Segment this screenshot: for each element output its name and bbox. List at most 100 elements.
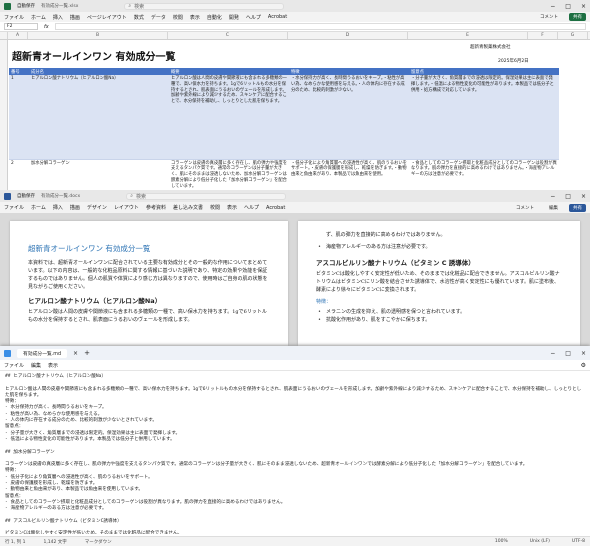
cell-feature[interactable]: ・低分子化により角質層への浸透性が高く、肌のうるおいをサポート。・皮膚の保護膜を… <box>289 159 409 190</box>
minimize-icon[interactable]: − <box>550 193 555 200</box>
word-menu-item[interactable]: デザイン <box>87 204 107 211</box>
minimize-icon[interactable]: − <box>550 350 555 357</box>
document-page-left[interactable]: 超新青オールインワン 有効成分一覧 本資料では、超新青オールインワンに配合されて… <box>10 221 288 348</box>
fx-icon: fx <box>44 23 49 30</box>
word-menu-item[interactable]: Acrobat <box>266 205 285 211</box>
menu-view[interactable]: 表示 <box>48 362 58 369</box>
word-menu-item[interactable]: 参考資料 <box>146 204 166 211</box>
excel-search-input[interactable]: ⌕ 検索 <box>124 2 285 10</box>
table-row[interactable]: 1 ヒアルロン酸ナトリウム（ヒアルロン酸Na） ヒアルロン酸は人間の皮膚や関節液… <box>9 75 559 160</box>
line-ending[interactable]: Unix (LF) <box>530 539 550 544</box>
notepad-text-area[interactable]: ## ヒアルロン酸ナトリウム（ヒアルロン酸Na） ヒアルロン酸は人間の皮膚や関節… <box>0 371 590 534</box>
word-window: 自動保存 有効成分一覧.docx ⌕ 検索 − □ × ファイル ホーム 挿入 描画デ… <box>0 190 590 348</box>
minimize-icon[interactable]: − <box>550 3 555 10</box>
col-header-a[interactable]: A <box>8 32 28 39</box>
word-menu-item[interactable]: 描画 <box>70 204 80 211</box>
share-button[interactable]: 共有 <box>569 203 586 212</box>
close-icon[interactable]: × <box>581 3 586 10</box>
word-menu-item[interactable]: レイアウト <box>114 204 139 211</box>
col-header-f[interactable]: F <box>528 32 558 39</box>
excel-menu-item[interactable]: ヘルプ <box>246 14 261 21</box>
excel-menu-item[interactable]: ホーム <box>31 14 46 21</box>
notepad-tab-title[interactable]: 有効成分一覧.md <box>17 348 68 358</box>
cell-num[interactable]: 2 <box>9 159 29 190</box>
maximize-icon[interactable]: □ <box>565 193 571 200</box>
excel-menu-item[interactable]: ページレイアウト <box>87 14 127 21</box>
cell-summary[interactable]: ヒアルロン酸は人間の皮膚や関節液にも含まれる多糖類の一種で、高い保水力を持ちます… <box>169 75 289 160</box>
notepad-titlebar: 有効成分一覧.md × + − □ × <box>0 346 590 360</box>
excel-menu-item[interactable]: 表示 <box>190 14 200 21</box>
cell-note[interactable]: ・分子量が大きく、角質層までの浸透は限定的。保湿効果は主に表面で発揮します。・低… <box>409 75 559 160</box>
excel-menu-item[interactable]: データ <box>151 14 166 21</box>
word-menu-item[interactable]: 校閲 <box>210 204 220 211</box>
word-menu-item[interactable]: ファイル <box>4 204 24 211</box>
cell-summary[interactable]: コラーゲンは皮膚の真皮層に多く存在し、肌の弾力や強度を支えるタンパク質です。通常… <box>169 159 289 190</box>
excel-menu-item[interactable]: 数式 <box>134 14 144 21</box>
worksheet-grid[interactable]: 超新青オールインワン 有効成分一覧 超新青製薬株式会社 2025年6月2日 番号… <box>0 40 590 190</box>
col-header-c[interactable]: C <box>168 32 288 39</box>
word-menu-item[interactable]: 表示 <box>227 204 237 211</box>
table-header[interactable]: 特徴 <box>289 68 409 75</box>
word-menu-item[interactable]: ホーム <box>31 204 46 211</box>
excel-ribbon-tabs: ファイル ホーム 挿入 描画 ページレイアウト 数式 データ 校閲 表示 自動化 開発 ヘルプ Acro… <box>0 12 590 22</box>
excel-window: 自動保存 有効成分一覧.xlsx ⌕ 検索 − □ × ファイル ホーム 挿入 描画ペ… <box>0 0 590 190</box>
table-row[interactable]: 2 加水分解コラーゲン コラーゲンは皮膚の真皮層に多く存在し、肌の弾力や強度を支… <box>9 159 559 190</box>
comment-button[interactable]: コメント <box>536 13 562 21</box>
autosave-label[interactable]: 自動保存 <box>17 193 35 199</box>
formula-input[interactable] <box>54 23 586 30</box>
document-canvas[interactable]: 超新青オールインワン 有効成分一覧 本資料では、超新青オールインワンに配合されて… <box>0 213 590 348</box>
maximize-icon[interactable]: □ <box>565 3 571 10</box>
excel-menu-item[interactable]: 校閲 <box>173 14 183 21</box>
comment-button[interactable]: コメント <box>512 204 538 212</box>
word-search-input[interactable]: ⌕ 検索 <box>126 192 287 200</box>
menu-edit[interactable]: 編集 <box>31 362 41 369</box>
excel-menu-item[interactable]: 開発 <box>229 14 239 21</box>
cell-num[interactable]: 1 <box>9 75 29 160</box>
word-menu-item[interactable]: 差し込み文書 <box>173 204 203 211</box>
settings-icon[interactable]: ⚙ <box>581 362 586 369</box>
edit-mode-button[interactable]: 編集 <box>545 204 562 212</box>
autosave-label[interactable]: 自動保存 <box>17 3 35 9</box>
cell-name[interactable]: 加水分解コラーゲン <box>29 159 169 190</box>
col-header-e[interactable]: E <box>408 32 528 39</box>
zoom-level[interactable]: 100% <box>495 539 508 544</box>
maximize-icon[interactable]: □ <box>565 350 571 357</box>
excel-menu-item[interactable]: Acrobat <box>268 14 287 20</box>
language-mode[interactable]: マークダウン <box>85 539 112 545</box>
list-item: 抗酸化作用があり、肌をすこやかに保ちます。 <box>316 316 562 324</box>
cell-feature[interactable]: ・水分保持力が高く、長時間うるおいをキープ。・粘性が高い為、なめらかな使用感を与… <box>289 75 409 160</box>
cell-note[interactable]: ・食品としてのコラーゲン摂取と化粧品成分としてのコラーゲンは役割が異なります。肌… <box>409 159 559 190</box>
encoding[interactable]: UTF-8 <box>572 539 585 544</box>
name-box[interactable]: F2 <box>4 23 38 30</box>
new-tab-icon[interactable]: + <box>84 349 90 357</box>
formula-bar: F2 fx <box>0 22 590 32</box>
close-icon[interactable]: × <box>581 193 586 200</box>
notepad-window: 有効成分一覧.md × + − □ × ファイル 編集 表示 ⚙ ## ヒアルロ… <box>0 346 590 546</box>
ingredients-table: 番号 成分名 概要 特徴 留意点 1 ヒアルロン酸ナトリウム（ヒアルロン酸Na）… <box>9 68 559 190</box>
word-menu-item[interactable]: ヘルプ <box>244 204 259 211</box>
document-page-right[interactable]: ず、肌の弾力を直接的に高めるわけではありません。 海産物アレルギーのある方は注意… <box>298 221 580 348</box>
close-tab-icon[interactable]: × <box>73 350 78 357</box>
table-header[interactable]: 番号 <box>9 68 29 75</box>
close-icon[interactable]: × <box>581 350 586 357</box>
select-all-corner[interactable] <box>0 32 8 39</box>
col-header-g[interactable]: G <box>558 32 588 39</box>
excel-menu-item[interactable]: 描画 <box>70 14 80 21</box>
column-headers: A B C D E F G <box>0 32 590 40</box>
word-menu-item[interactable]: 挿入 <box>53 204 63 211</box>
excel-menu-item[interactable]: 挿入 <box>53 14 63 21</box>
table-header[interactable]: 概要 <box>169 68 289 75</box>
excel-menu-item[interactable]: ファイル <box>4 14 24 21</box>
col-header-b[interactable]: B <box>28 32 168 39</box>
col-header-d[interactable]: D <box>288 32 408 39</box>
share-button[interactable]: 共有 <box>569 13 586 21</box>
excel-menu-item[interactable]: 自動化 <box>207 14 222 21</box>
table-header[interactable]: 成分名 <box>29 68 169 75</box>
row-headers <box>0 40 8 190</box>
word-logo-icon <box>4 192 11 200</box>
cell-name[interactable]: ヒアルロン酸ナトリウム（ヒアルロン酸Na） <box>29 75 169 160</box>
word-doc-title: 有効成分一覧.docx <box>41 194 81 199</box>
menu-file[interactable]: ファイル <box>4 362 24 369</box>
table-header[interactable]: 留意点 <box>409 68 559 75</box>
status-bar: 行 1, 列 1 1,142 文字 マークダウン 100% Unix (LF) … <box>0 536 590 546</box>
